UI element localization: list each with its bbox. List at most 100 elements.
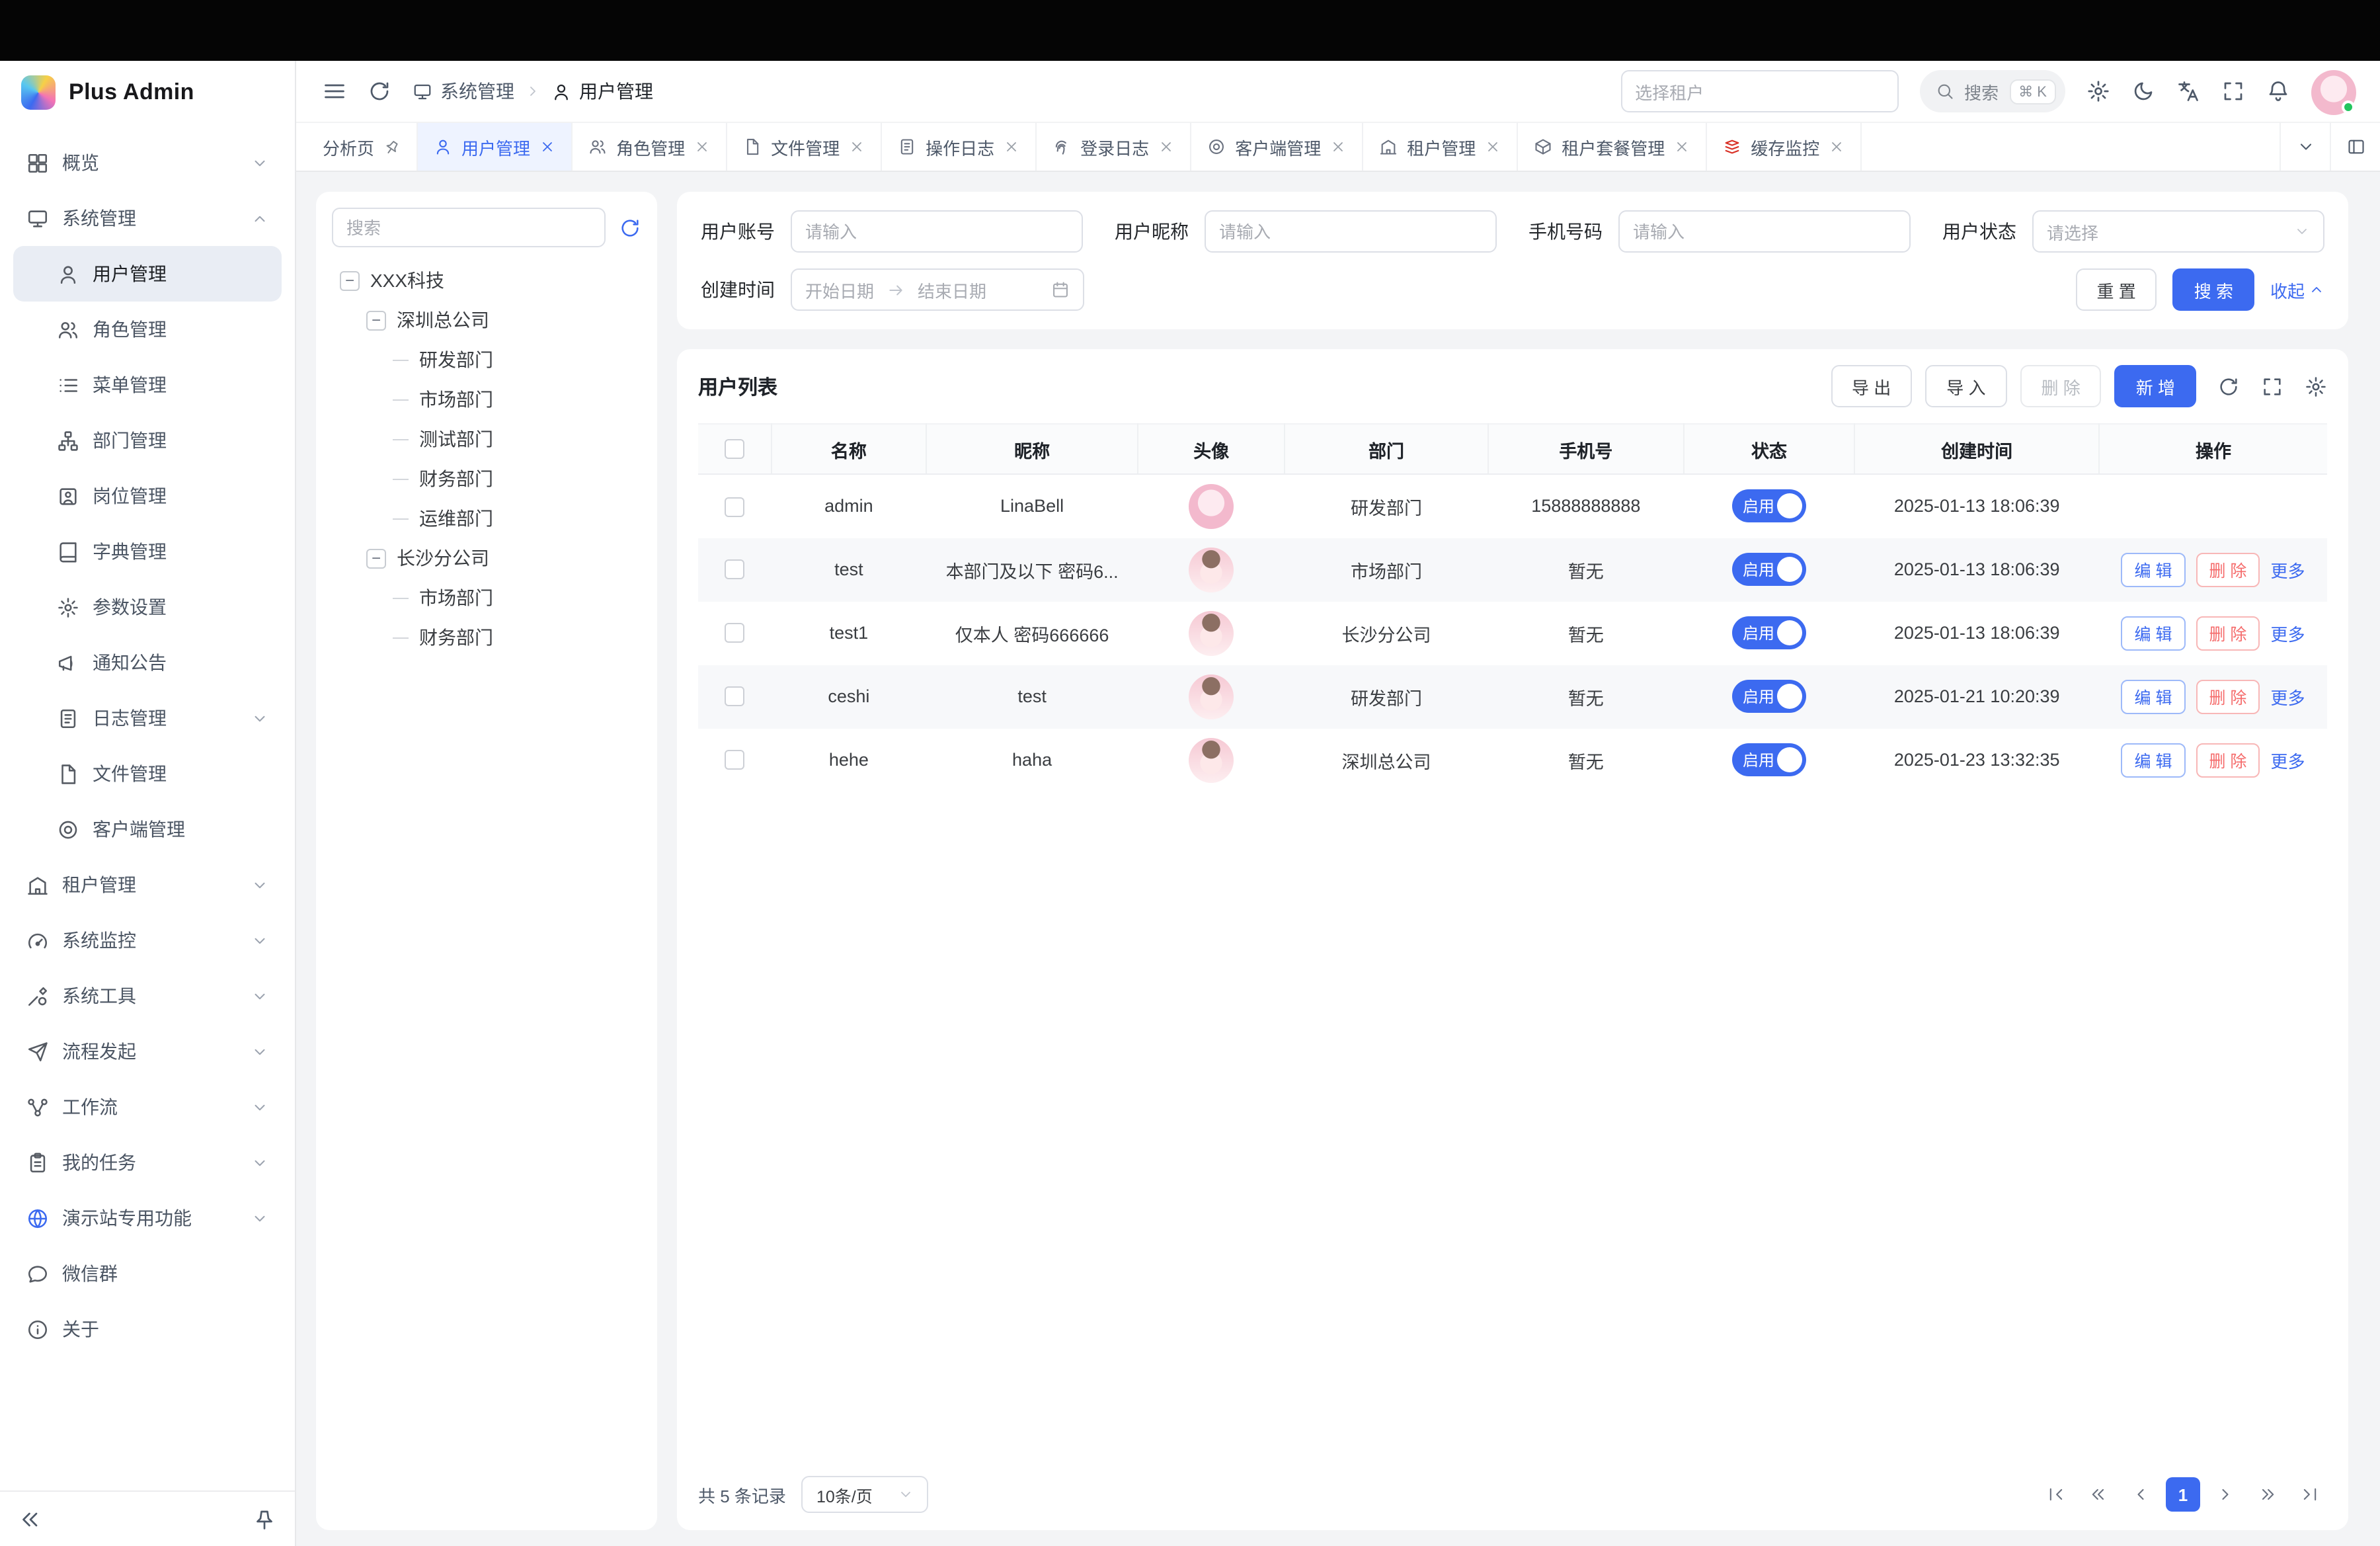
date-range-picker[interactable]: 开始日期 结束日期 (791, 268, 1084, 311)
sidebar-item[interactable]: 角色管理 (13, 302, 282, 357)
language-button[interactable] (2176, 79, 2200, 103)
tenant-select[interactable]: 选择租户 (1620, 70, 1898, 112)
page-size-select[interactable]: 10条/页 (802, 1476, 929, 1513)
import-button[interactable]: 导 入 (1925, 365, 2006, 407)
user-row[interactable]: ceshitest研发部门暂无启用2025-01-21 10:20:39编 辑删… (698, 665, 2327, 728)
more-button[interactable]: 更多 (2270, 624, 2305, 644)
bulk-delete-button[interactable]: 删 除 (2020, 365, 2102, 407)
row-delete-button[interactable]: 删 除 (2196, 679, 2260, 713)
row-delete-button[interactable]: 删 除 (2196, 616, 2260, 650)
close-tab-icon[interactable] (1004, 139, 1019, 155)
prev-page-button[interactable] (2123, 1477, 2158, 1512)
close-tab-icon[interactable] (1158, 139, 1174, 155)
nickname-input[interactable] (1205, 210, 1497, 253)
close-tab-icon[interactable] (694, 139, 710, 155)
next-jump-button[interactable] (2250, 1477, 2285, 1512)
status-switch[interactable]: 启用 (1732, 490, 1806, 523)
status-switch[interactable]: 启用 (1732, 680, 1806, 713)
sidebar-item[interactable]: 概览 (13, 135, 282, 190)
tab-list-dropdown-button[interactable] (2280, 123, 2330, 171)
sidebar-item[interactable]: 微信群 (13, 1246, 282, 1301)
user-row[interactable]: hehehaha深圳总公司暂无启用2025-01-23 13:32:35编 辑删… (698, 728, 2327, 792)
breadcrumb-item[interactable]: 系统管理 (413, 78, 514, 104)
refresh-page-button[interactable] (368, 79, 391, 103)
refresh-tree-button[interactable] (619, 216, 641, 239)
sidebar-item[interactable]: 部门管理 (13, 413, 282, 468)
close-tab-icon[interactable] (1829, 139, 1844, 155)
tab-item[interactable]: 文件管理 (727, 123, 882, 171)
row-delete-button[interactable]: 删 除 (2196, 743, 2260, 777)
sidebar-item[interactable]: 通知公告 (13, 635, 282, 690)
edit-button[interactable]: 编 辑 (2122, 743, 2186, 777)
prev-jump-button[interactable] (2081, 1477, 2116, 1512)
tab-item[interactable]: 客户端管理 (1191, 123, 1363, 171)
phone-input[interactable] (1618, 210, 1911, 253)
pin-icon[interactable] (380, 135, 404, 159)
tree-node[interactable]: 测试部门 (332, 419, 641, 459)
add-user-button[interactable]: 新 增 (2115, 365, 2196, 407)
more-button[interactable]: 更多 (2270, 688, 2305, 708)
tree-node[interactable]: −XXX科技 (332, 261, 641, 300)
row-checkbox[interactable] (725, 560, 744, 580)
tree-collapse-icon[interactable]: − (340, 270, 360, 290)
tab-item[interactable]: 操作日志 (882, 123, 1037, 171)
tree-node[interactable]: 研发部门 (332, 340, 641, 380)
tab-item[interactable]: 登录日志 (1037, 123, 1191, 171)
last-page-button[interactable] (2293, 1477, 2327, 1512)
collapse-sidebar-button[interactable] (19, 1507, 42, 1531)
close-tab-icon[interactable] (539, 139, 555, 155)
sidebar-item[interactable]: 系统管理 (13, 190, 282, 246)
user-row[interactable]: test1仅本人 密码666666长沙分公司暂无启用2025-01-13 18:… (698, 601, 2327, 665)
sidebar-item[interactable]: 用户管理 (13, 246, 282, 302)
reset-button[interactable]: 重 置 (2075, 268, 2157, 311)
row-delete-button[interactable]: 删 除 (2196, 552, 2260, 587)
sidebar-item[interactable]: 工作流 (13, 1079, 282, 1135)
fullscreen-table-button[interactable] (2261, 375, 2283, 397)
sidebar-item[interactable]: 流程发起 (13, 1024, 282, 1079)
tree-node[interactable]: −深圳总公司 (332, 300, 641, 340)
search-button[interactable]: 搜 索 (2173, 268, 2254, 311)
tree-node[interactable]: 市场部门 (332, 380, 641, 419)
status-switch[interactable]: 启用 (1732, 616, 1806, 649)
edit-button[interactable]: 编 辑 (2122, 552, 2186, 587)
row-checkbox[interactable] (725, 751, 744, 770)
global-search[interactable]: 搜索 ⌘ K (1919, 70, 2065, 112)
collapse-filter-link[interactable]: 收起 (2270, 277, 2324, 302)
close-tab-icon[interactable] (1485, 139, 1501, 155)
user-row[interactable]: test本部门及以下 密码6...市场部门暂无启用2025-01-13 18:0… (698, 538, 2327, 601)
tree-collapse-icon[interactable]: − (366, 548, 386, 568)
sidebar-item[interactable]: 演示站专用功能 (13, 1190, 282, 1246)
select-all-checkbox[interactable] (725, 440, 744, 460)
row-checkbox[interactable] (725, 497, 744, 516)
settings-button[interactable] (2086, 79, 2110, 103)
status-switch[interactable]: 启用 (1732, 553, 1806, 586)
sidebar-item[interactable]: 客户端管理 (13, 801, 282, 857)
user-row[interactable]: adminLinaBell研发部门15888888888启用2025-01-13… (698, 474, 2327, 538)
sidebar-item[interactable]: 菜单管理 (13, 357, 282, 413)
close-tab-icon[interactable] (1674, 139, 1690, 155)
refresh-table-button[interactable] (2217, 375, 2240, 397)
tree-node[interactable]: 市场部门 (332, 578, 641, 618)
sidebar-item[interactable]: 系统工具 (13, 968, 282, 1024)
tree-node[interactable]: 财务部门 (332, 618, 641, 657)
account-input[interactable] (791, 210, 1083, 253)
sidebar-item[interactable]: 参数设置 (13, 579, 282, 635)
sidebar-item[interactable]: 我的任务 (13, 1135, 282, 1190)
pin-sidebar-button[interactable] (253, 1507, 276, 1531)
export-button[interactable]: 导 出 (1831, 365, 1912, 407)
edit-button[interactable]: 编 辑 (2122, 616, 2186, 650)
sidebar-item[interactable]: 日志管理 (13, 690, 282, 746)
fullscreen-button[interactable] (2221, 79, 2245, 103)
tree-node[interactable]: 财务部门 (332, 459, 641, 499)
toggle-sidebar-button[interactable] (323, 79, 346, 103)
status-switch[interactable]: 启用 (1732, 743, 1806, 776)
more-button[interactable]: 更多 (2270, 751, 2305, 771)
tree-node[interactable]: 运维部门 (332, 499, 641, 538)
sidebar-item[interactable]: 关于 (13, 1301, 282, 1357)
table-settings-button[interactable] (2305, 375, 2327, 397)
tab-item[interactable]: 分析页 (307, 123, 418, 171)
first-page-button[interactable] (2039, 1477, 2073, 1512)
tab-item[interactable]: 缓存监控 (1707, 123, 1862, 171)
tree-node[interactable]: −长沙分公司 (332, 538, 641, 578)
tree-collapse-icon[interactable]: − (366, 310, 386, 330)
